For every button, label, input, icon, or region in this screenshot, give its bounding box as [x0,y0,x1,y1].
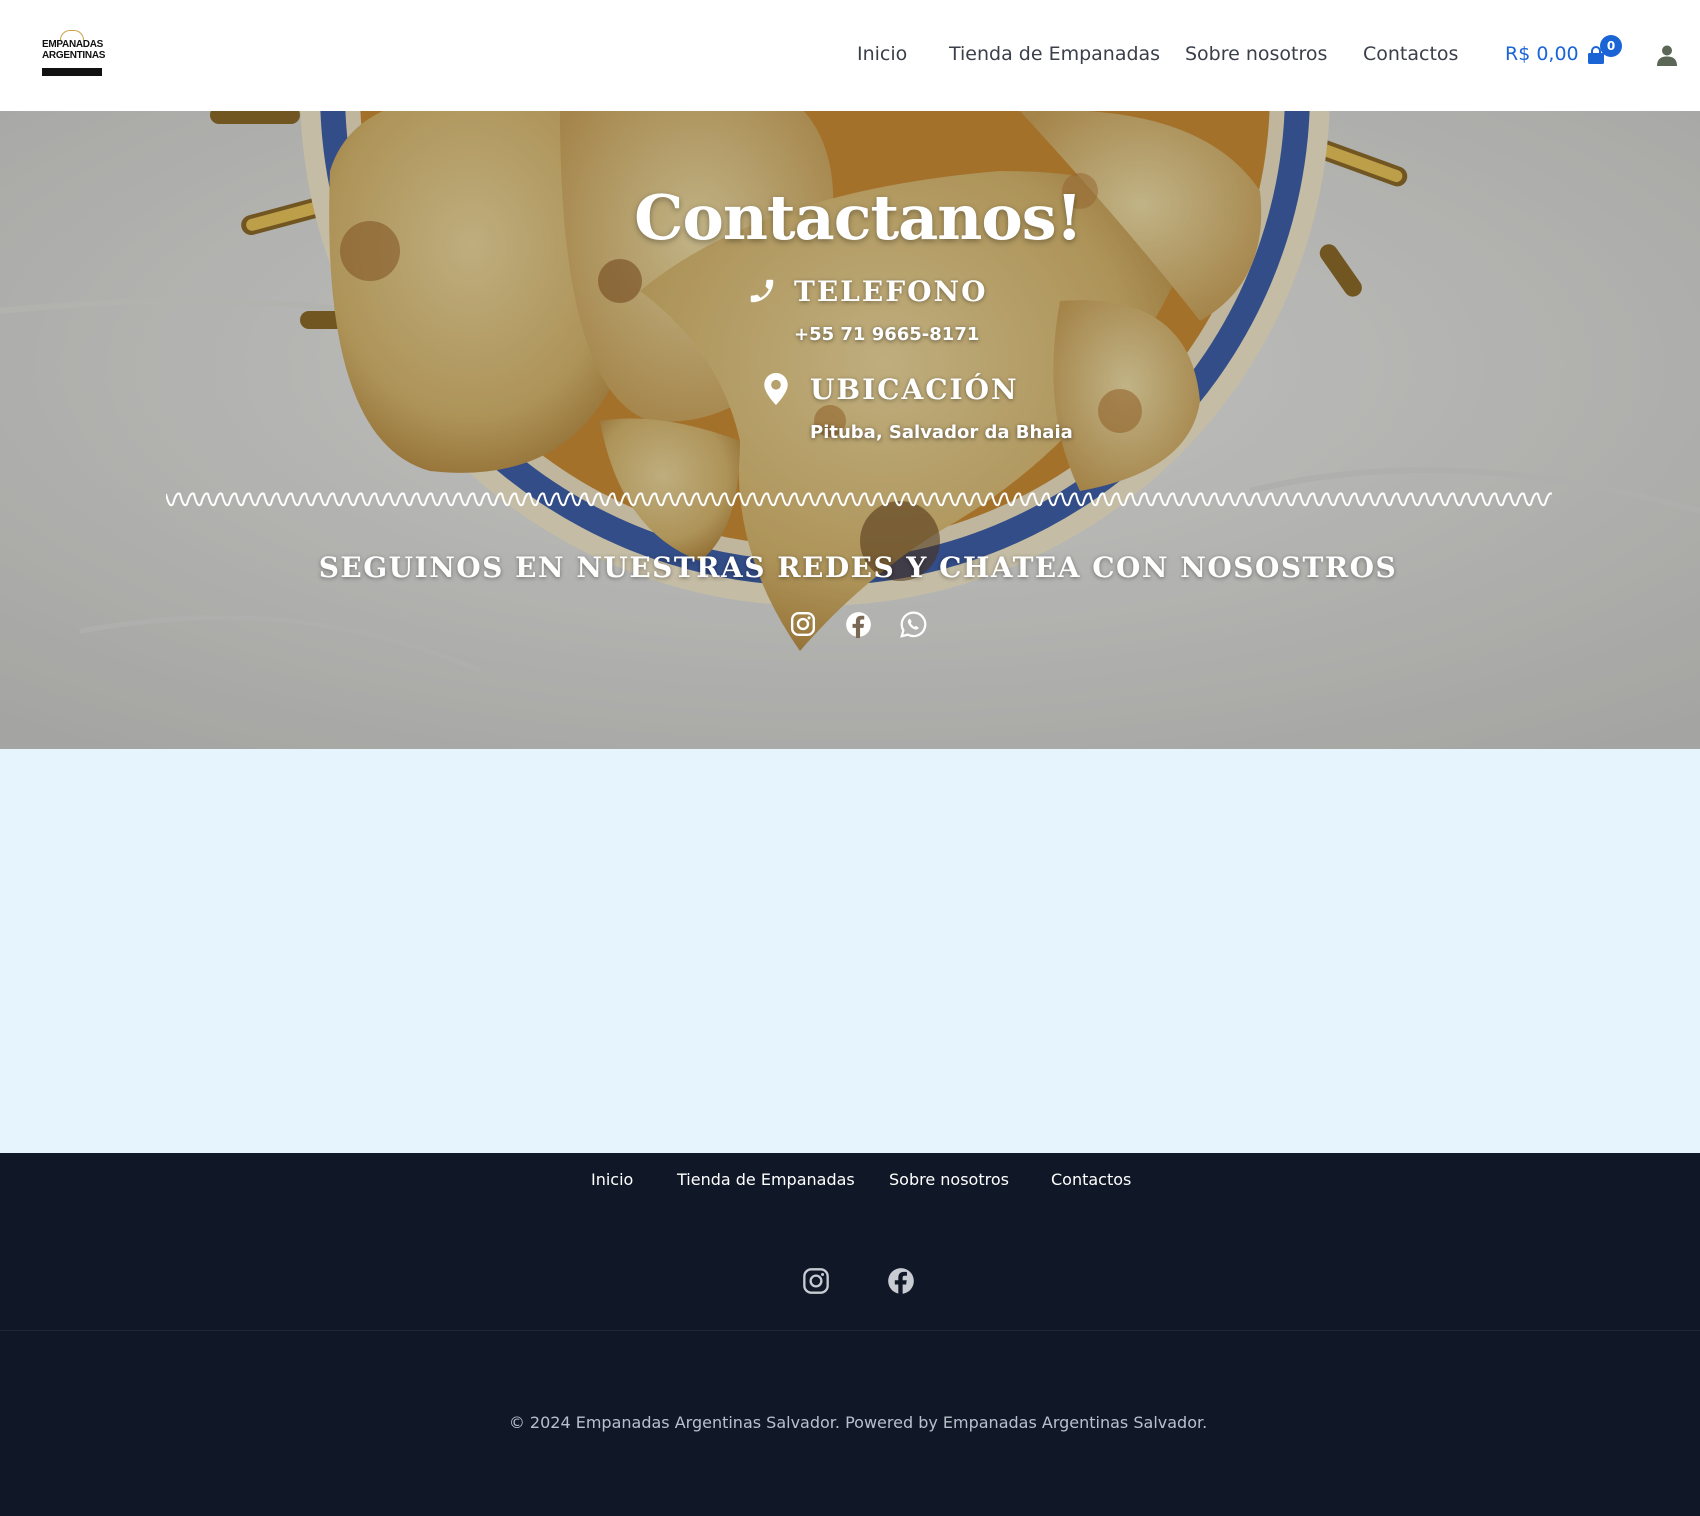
facebook-icon[interactable] [845,611,872,638]
logo-text-line2: ARGENTINAS [42,50,106,61]
phone-number[interactable]: +55 71 9665-8171 [794,324,979,345]
nav-sobre-nosotros[interactable]: Sobre nosotros [1185,43,1327,65]
page-title: Contactanos! [634,181,1083,254]
follow-heading: SEGUINOS EN NUESTRAS REDES Y CHATEA CON … [318,551,1398,584]
site-header: EMPANADAS ARGENTINAS Inicio Tienda de Em… [0,0,1700,111]
nav-inicio[interactable]: Inicio [857,43,907,65]
map-pin-icon [764,373,788,405]
phone-icon [750,279,774,303]
location-heading: UBICACIÓN [810,373,1019,406]
nav-tienda[interactable]: Tienda de Empanadas [949,43,1160,65]
facebook-icon[interactable] [887,1267,915,1295]
contact-hero: Contactanos! TELEFONO +55 71 9665-8171 U… [0,111,1700,749]
wavy-divider [166,492,1552,507]
nav-contactos[interactable]: Contactos [1363,43,1458,65]
cart-count-badge: 0 [1600,35,1622,57]
footer-nav-sobre-nosotros[interactable]: Sobre nosotros [889,1170,1009,1189]
site-footer: Inicio Tienda de Empanadas Sobre nosotro… [0,1153,1700,1516]
phone-heading: TELEFONO [794,275,988,308]
cart-total[interactable]: R$ 0,00 [1505,43,1579,65]
copyright-text: © 2024 Empanadas Argentinas Salvador. Po… [508,1413,1208,1432]
empty-content-section [0,749,1700,1153]
footer-nav-contactos[interactable]: Contactos [1051,1170,1131,1189]
whatsapp-icon[interactable] [900,611,927,638]
user-icon[interactable] [1656,44,1678,66]
footer-nav-inicio[interactable]: Inicio [591,1170,633,1189]
logo-bar [42,68,102,76]
instagram-icon[interactable] [802,1267,830,1295]
footer-nav-tienda[interactable]: Tienda de Empanadas [677,1170,855,1189]
location-address: Pituba, Salvador da Bhaia [810,422,1073,443]
logo-text-line1: EMPANADAS [42,39,104,50]
instagram-icon[interactable] [790,611,816,637]
footer-divider [0,1330,1700,1331]
site-logo[interactable]: EMPANADAS ARGENTINAS [42,30,106,78]
